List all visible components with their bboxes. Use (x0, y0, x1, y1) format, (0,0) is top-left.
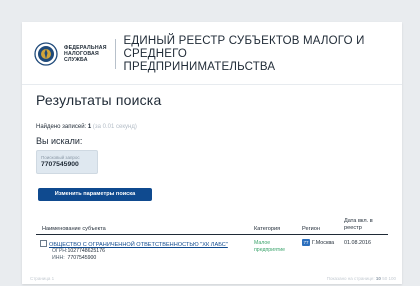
category-cell: Малое предприятие (254, 240, 294, 254)
table-row: ОБЩЕСТВО С ОГРАНИЧЕННОЙ ОТВЕТСТВЕННОСТЬЮ… (36, 238, 388, 266)
ogrn-label: ОГРН: (52, 248, 68, 254)
page-size-label: Показано на странице: (326, 275, 375, 281)
query-label: Поисковый запрос (41, 155, 80, 160)
ogrn-line: ОГРН: 1027748625176 (52, 248, 105, 254)
found-count: 1 (87, 124, 92, 130)
checkbox-icon[interactable] (40, 240, 47, 247)
registry-title: ЕДИНЫЙ РЕЕСТР СУБЪЕКТОВ МАЛОГО И СРЕДНЕГ… (124, 35, 390, 74)
search-query-chip: Поисковый запрос 7707545900 (36, 150, 98, 174)
page-card: ФЕДЕРАЛЬНАЯ НАЛОГОВАЯ СЛУЖБА ЕДИНЫЙ РЕЕС… (22, 22, 402, 284)
query-value: 7707545900 (41, 161, 79, 168)
header-region[interactable]: Регион (302, 226, 320, 232)
inn-label: ИНН: (52, 255, 65, 261)
org-name: ФЕДЕРАЛЬНАЯ НАЛОГОВАЯ СЛУЖБА (64, 45, 107, 63)
inclusion-date: 01.08.2016 (344, 240, 371, 246)
header-subject[interactable]: Наименование субъекта (42, 226, 106, 232)
header-divider (114, 39, 116, 69)
fns-emblem-icon (34, 42, 58, 66)
page-indicator: Страница 1 (30, 275, 55, 281)
page-size-100[interactable]: 100 (388, 276, 396, 281)
page-size-selector: Показано на странице: 10 50 100 (327, 276, 396, 281)
page-size-10[interactable]: 10 (376, 276, 381, 281)
subject-link[interactable]: ОБЩЕСТВО С ОГРАНИЧЕННОЙ ОТВЕТСТВЕННОСТЬЮ… (40, 240, 228, 248)
ogrn-value: 1027748625176 (67, 248, 105, 254)
category-line-1: Малое (254, 240, 271, 246)
inn-value: 7707545900 (67, 255, 97, 261)
inn-line: ИНН: 7707545900 (52, 255, 96, 261)
registry-title-line-2: ПРЕДПРИНИМАТЕЛЬСТВА (123, 60, 276, 73)
results-title: Результаты поиска (36, 92, 162, 108)
org-line-2: НАЛОГОВАЯ СЛУЖБА (64, 51, 99, 63)
found-note: (за 0.01 секунд) (92, 124, 137, 130)
found-records: Найдено записей: 1 (за 0.01 секунд) (36, 124, 137, 130)
header-date-line-2: реестр (344, 224, 362, 231)
you-searched-label: Вы искали: (36, 136, 83, 146)
region-name: Г.Москва (312, 240, 335, 246)
header-category[interactable]: Категория (254, 226, 280, 232)
page-footer: Страница 1 Показано на странице: 10 50 1… (0, 270, 420, 286)
results-table-header: Наименование субъекта Категория Регион Д… (36, 216, 388, 235)
site-header: ФЕДЕРАЛЬНАЯ НАЛОГОВАЯ СЛУЖБА ЕДИНЫЙ РЕЕС… (34, 32, 390, 76)
found-label: Найдено записей: (36, 124, 87, 130)
change-search-button[interactable]: Изменить параметры поиска (38, 188, 152, 201)
header-separator (22, 84, 402, 85)
category-line-2: предприятие (254, 247, 286, 253)
page-size-50[interactable]: 50 (382, 276, 387, 281)
region-code-badge: 77 (302, 239, 310, 246)
header-date[interactable]: Дата вкл. в реестр (344, 218, 384, 231)
registry-title-line-1: ЕДИНЫЙ РЕЕСТР СУБЪЕКТОВ МАЛОГО И СРЕДНЕГ… (123, 34, 365, 60)
